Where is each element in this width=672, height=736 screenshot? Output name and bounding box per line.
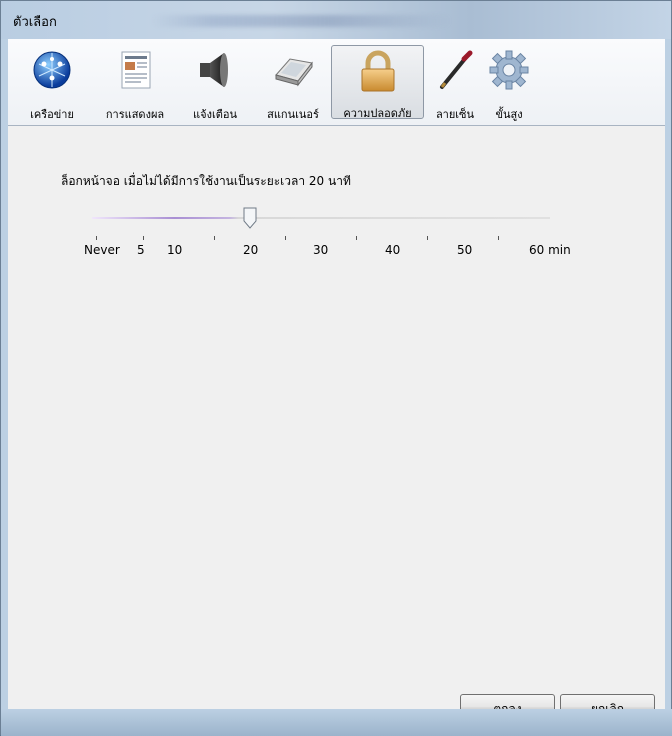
slider-tick [498, 236, 499, 240]
tab-advanced[interactable]: ขั้นสูง [484, 49, 534, 125]
security-panel: ล็อกหน้าจอ เมื่อไม่ได้มีการใช้งานเป็นระย… [8, 126, 665, 722]
tab-network[interactable]: เครือข่าย [16, 49, 88, 125]
slider-label-never: Never [84, 243, 120, 257]
category-toolbar: เครือข่าย การแสดงผล แจ้งเตือน สแกนเนอร์ … [8, 39, 665, 126]
tab-scanner-label: สแกนเนอร์ [267, 108, 319, 121]
slider-tick [285, 236, 286, 240]
title-bar[interactable]: ตัวเลือก [1, 1, 671, 39]
tab-signature-label: ลายเซ็น [435, 108, 475, 121]
tab-security[interactable]: ความปลอดภัย [331, 45, 424, 120]
lock-screen-label: ล็อกหน้าจอ เมื่อไม่ได้มีการใช้งานเป็นระย… [61, 174, 351, 188]
window-title: ตัวเลือก [13, 15, 57, 30]
slider-label-20: 20 [243, 243, 259, 257]
tab-scanner[interactable]: สแกนเนอร์ [256, 49, 330, 125]
slider-label-50: 50 [457, 243, 473, 257]
slider-label-30: 30 [313, 243, 329, 257]
tab-signature[interactable]: ลายเซ็น [424, 49, 486, 125]
lock-timeout-slider-thumb[interactable] [243, 207, 257, 229]
slider-label-5: 5 [137, 243, 145, 257]
gear-icon [488, 49, 530, 91]
network-globe-icon [31, 49, 73, 91]
slider-tick [427, 236, 428, 240]
slider-label-10: 10 [167, 243, 183, 257]
tab-notifications-label: แจ้งเตือน [193, 108, 237, 121]
display-document-icon [114, 49, 156, 91]
slider-tick [96, 236, 97, 240]
title-bar-blur [151, 15, 451, 27]
slider-label-40: 40 [385, 243, 401, 257]
scanner-icon [272, 49, 314, 91]
tab-display[interactable]: การแสดงผล [94, 49, 176, 125]
lock-timeout-slider-track[interactable] [92, 217, 550, 219]
pen-icon [434, 49, 476, 91]
tab-display-label: การแสดงผล [105, 108, 165, 121]
padlock-icon [357, 50, 399, 92]
tab-notifications[interactable]: แจ้งเตือน [178, 49, 252, 125]
window-bottom-frame [1, 709, 672, 736]
slider-tick [356, 236, 357, 240]
tab-security-label: ความปลอดภัย [343, 107, 412, 120]
tab-network-label: เครือข่าย [30, 108, 74, 121]
speaker-icon [194, 49, 236, 91]
tab-advanced-label: ขั้นสูง [495, 108, 523, 121]
slider-tick [143, 236, 144, 240]
slider-tick [214, 236, 215, 240]
slider-label-60: 60 min [529, 243, 571, 257]
options-dialog: ตัวเลือก เครือข่าย การแสดงผล แจ้งเตือน ส… [0, 0, 672, 736]
